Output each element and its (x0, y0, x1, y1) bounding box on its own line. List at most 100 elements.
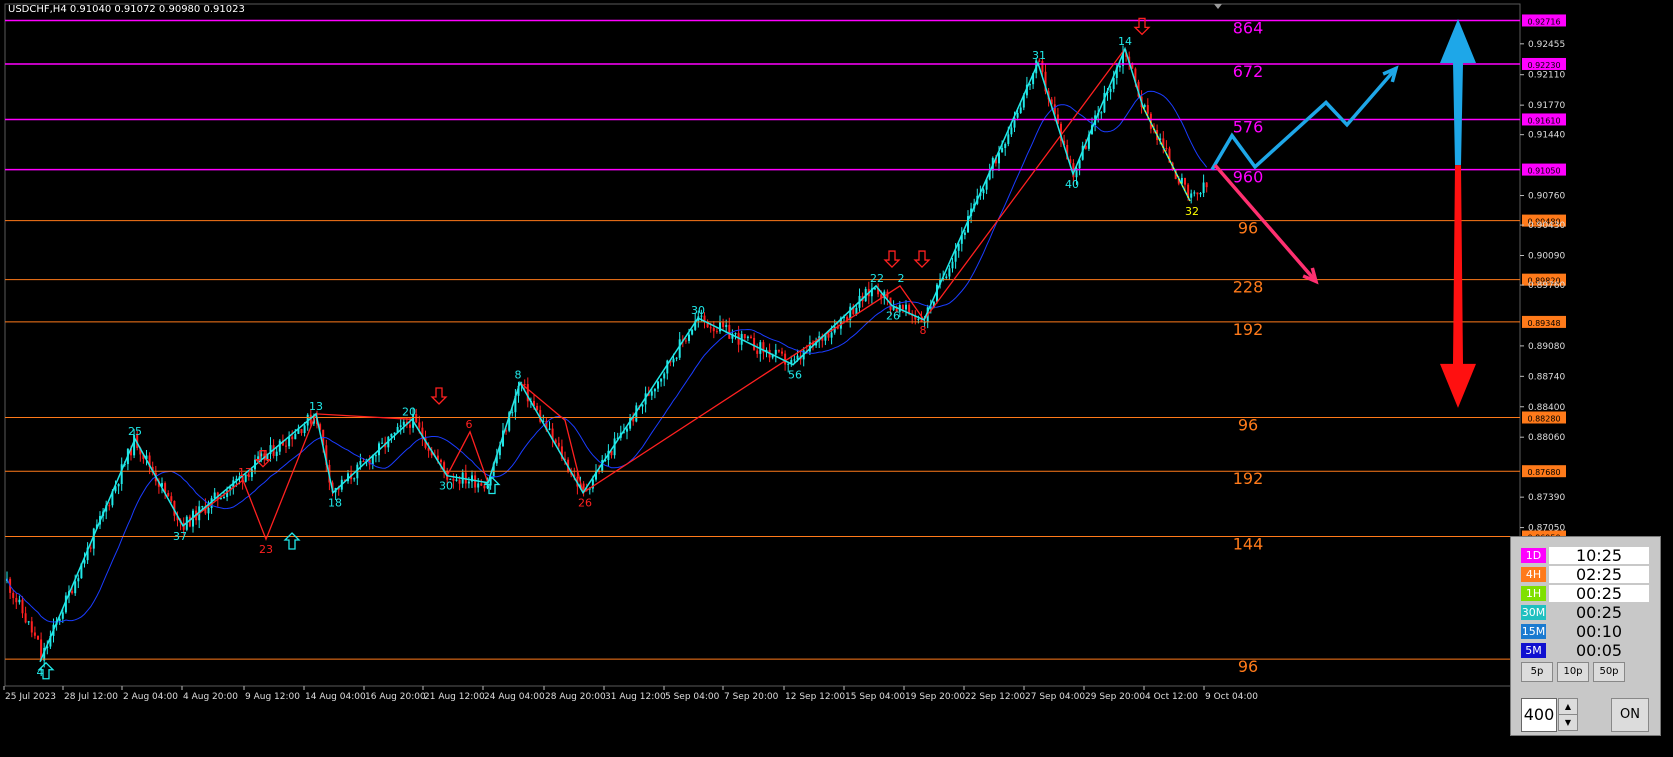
candle-body (725, 324, 728, 328)
candle-body (712, 327, 715, 332)
zigzag-label: 22 (870, 272, 884, 285)
candle-body (672, 358, 675, 363)
symbol-info: USDCHF,H4 0.91040 0.91072 0.90980 0.9102… (8, 4, 245, 15)
candle-body (1196, 192, 1199, 195)
candle-body (359, 461, 362, 465)
candle-body (1193, 192, 1196, 194)
zigzag-label: 23 (259, 543, 273, 556)
time-tick-label: 25 Jul 2023 (5, 692, 56, 702)
price-tick-label: 0.90760 (1528, 192, 1565, 202)
timer-row-1d: 1D 10:25 (1521, 547, 1649, 565)
level-count-label: 96 (1238, 657, 1258, 676)
candle-body (688, 334, 690, 341)
candle-body (381, 442, 384, 444)
candle-body (33, 632, 36, 636)
zigzag-label: 56 (788, 369, 802, 382)
arrow-down-icon (430, 387, 448, 405)
spin-up-icon[interactable]: ▲ (1558, 698, 1578, 715)
time-tick-label: 28 Aug 20:00 (545, 692, 606, 702)
spin-down-icon[interactable]: ▼ (1558, 714, 1578, 731)
level-count-label: 192 (1233, 320, 1264, 339)
candle-body (675, 357, 678, 359)
tf-time: 00:25 (1549, 604, 1649, 621)
candle-body (963, 232, 966, 235)
price-tick-label: 0.90090 (1528, 251, 1565, 261)
timer-row-30m: 30M 00:25 (1521, 604, 1649, 622)
price-tick-label: 0.87390 (1528, 493, 1565, 503)
candle-body (954, 250, 957, 262)
time-tick-label: 5 Sep 04:00 (665, 692, 720, 702)
candle-body (1190, 193, 1193, 198)
candle-body (663, 373, 666, 379)
zigzag-label: 13 (309, 400, 323, 413)
pip-5p-button[interactable]: 5p (1521, 662, 1553, 682)
candle-body (684, 340, 687, 342)
timer-row-5m: 5M 00:05 (1521, 642, 1649, 660)
candle-body (117, 484, 120, 487)
candle-body (917, 318, 920, 320)
time-tick-label: 9 Aug 12:00 (245, 692, 300, 702)
zigzag-label: 25 (128, 425, 142, 438)
level-count-label: 144 (1233, 535, 1264, 554)
price-tick-label: 0.91440 (1528, 131, 1565, 141)
candle-body (743, 334, 746, 339)
candle-body (440, 459, 442, 463)
candle-body (626, 428, 628, 432)
candle-body (660, 378, 663, 382)
candle-body (722, 322, 725, 328)
candle-body (793, 359, 796, 361)
time-tick-label: 21 Aug 12:00 (424, 692, 485, 702)
tf-badge: 1H (1521, 586, 1546, 601)
candle-body (275, 451, 278, 456)
level-count-label: 672 (1233, 62, 1264, 81)
candle-body (37, 635, 39, 640)
candle-body (486, 485, 489, 489)
zigzag-label: 2 (898, 272, 905, 285)
candle-body (784, 353, 787, 365)
tf-badge: 15M (1521, 624, 1546, 639)
time-tick-label: 27 Sep 04:00 (1025, 692, 1085, 702)
candle-body (691, 329, 694, 335)
time-tick-label: 28 Jul 12:00 (64, 692, 118, 702)
level-count-label: 576 (1233, 117, 1264, 136)
candle-body (511, 412, 514, 414)
candle-body (951, 261, 954, 269)
time-tick-label: 24 Aug 04:00 (484, 692, 545, 702)
candle-body (74, 581, 77, 594)
candle-body (1041, 60, 1044, 72)
candle-body (650, 391, 653, 396)
candle-body (27, 621, 30, 623)
price-tick-label: 0.88400 (1528, 403, 1565, 413)
price-chart[interactable]: 864 0.92716 672 0.92230 576 0.91610 960 0.91050… (0, 0, 1673, 757)
price-tag-label: 0.91050 (1527, 167, 1560, 176)
candle-body (1010, 127, 1013, 135)
time-tick-label: 7 Sep 20:00 (724, 692, 779, 702)
candle-body (1199, 192, 1202, 195)
on-button[interactable]: ON (1611, 698, 1649, 732)
time-tick-label: 12 Sep 12:00 (785, 692, 845, 702)
level-count-label: 96 (1238, 219, 1258, 238)
candle-body (15, 597, 18, 603)
amount-input[interactable]: 400 (1521, 698, 1557, 732)
candle-body (362, 461, 365, 463)
price-tick-label: 0.89080 (1528, 342, 1565, 352)
zigzag-label: 26 (886, 310, 900, 323)
tf-badge: 1D (1521, 548, 1546, 563)
candle-body (455, 479, 458, 481)
candle-body (1016, 112, 1019, 118)
candle-body (945, 276, 948, 279)
candle-body (390, 433, 393, 437)
level-count-label: 960 (1233, 168, 1264, 187)
candle-body (901, 305, 904, 310)
candle-body (477, 483, 480, 488)
candle-body (213, 492, 216, 499)
candle-body (905, 304, 907, 310)
candle-body (294, 433, 297, 440)
candle-body (300, 429, 303, 434)
pip-10p-button[interactable]: 10p (1557, 662, 1589, 682)
pip-50p-button[interactable]: 50p (1593, 662, 1625, 682)
timer-panel: 1D 10:25 4H 02:25 1H 00:25 30M 00:25 15M… (1510, 536, 1661, 736)
candle-body (1019, 107, 1022, 113)
candle-body (353, 478, 356, 480)
zigzag-label: 8 (920, 324, 927, 337)
